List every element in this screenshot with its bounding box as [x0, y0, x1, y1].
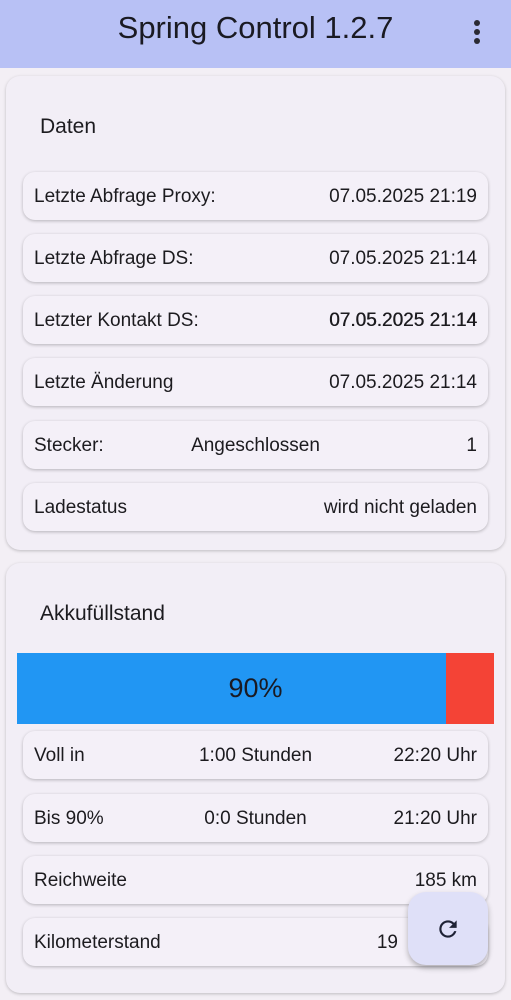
row-label: Reichweite [34, 870, 127, 891]
row-label: Kilometerstand [34, 932, 161, 953]
row-value: 1 [466, 435, 477, 456]
row-letzte-abfrage-proxy: Letzte Abfrage Proxy: 07.05.2025 21:19 [23, 172, 488, 220]
row-middle: Angeschlossen [191, 435, 320, 456]
row-value: 07.05.2025 21:14 [329, 310, 477, 331]
battery-percent: 90% [228, 673, 283, 703]
row-label: Letzte Abfrage DS: [34, 248, 194, 269]
more-vert-icon[interactable] [467, 17, 487, 47]
row-bis-90: Bis 90% 0:0 Stunden 21:20 Uhr [23, 794, 488, 842]
refresh-icon [439, 919, 457, 938]
row-letzter-kontakt-ds: Letzter Kontakt DS: 07.05.2025 21:14 [23, 296, 488, 344]
app-title: Spring Control 1.2.7 [117, 10, 394, 45]
row-stecker: Stecker: Angeschlossen 1 [23, 421, 488, 469]
battery-level-bar: 90% [17, 653, 494, 724]
refresh-button[interactable] [408, 892, 488, 965]
app-bar: Spring Control 1.2.7 [0, 0, 511, 68]
row-value: 19 [376, 932, 398, 953]
row-label: Letzte Änderung [34, 372, 174, 393]
daten-title: Daten [40, 115, 97, 138]
row-label: Letzter Kontakt DS: [34, 310, 199, 331]
row-value: 185 km [414, 870, 477, 891]
row-value: 07.05.2025 21:14 [329, 248, 477, 269]
akku-title: Akkufüllstand [40, 602, 165, 625]
row-value: 07.05.2025 21:14 [329, 372, 477, 393]
row-value: wird nicht geladen [323, 497, 477, 518]
row-value: 22:20 Uhr [393, 745, 477, 766]
row-voll-in: Voll in 1:00 Stunden 22:20 Uhr [23, 731, 488, 779]
row-value: 07.05.2025 21:19 [329, 186, 477, 207]
row-letzte-abfrage-ds: Letzte Abfrage DS: 07.05.2025 21:14 [23, 234, 488, 282]
daten-card: Daten Letzte Abfrage Proxy: 07.05.2025 2… [6, 76, 505, 550]
row-label: Ladestatus [34, 497, 127, 518]
row-value: 21:20 Uhr [393, 808, 477, 829]
row-letzte-aenderung: Letzte Änderung 07.05.2025 21:14 [23, 358, 488, 406]
row-ladestatus: Ladestatus wird nicht geladen [23, 483, 488, 531]
row-label: Letzte Abfrage Proxy: [34, 186, 216, 207]
